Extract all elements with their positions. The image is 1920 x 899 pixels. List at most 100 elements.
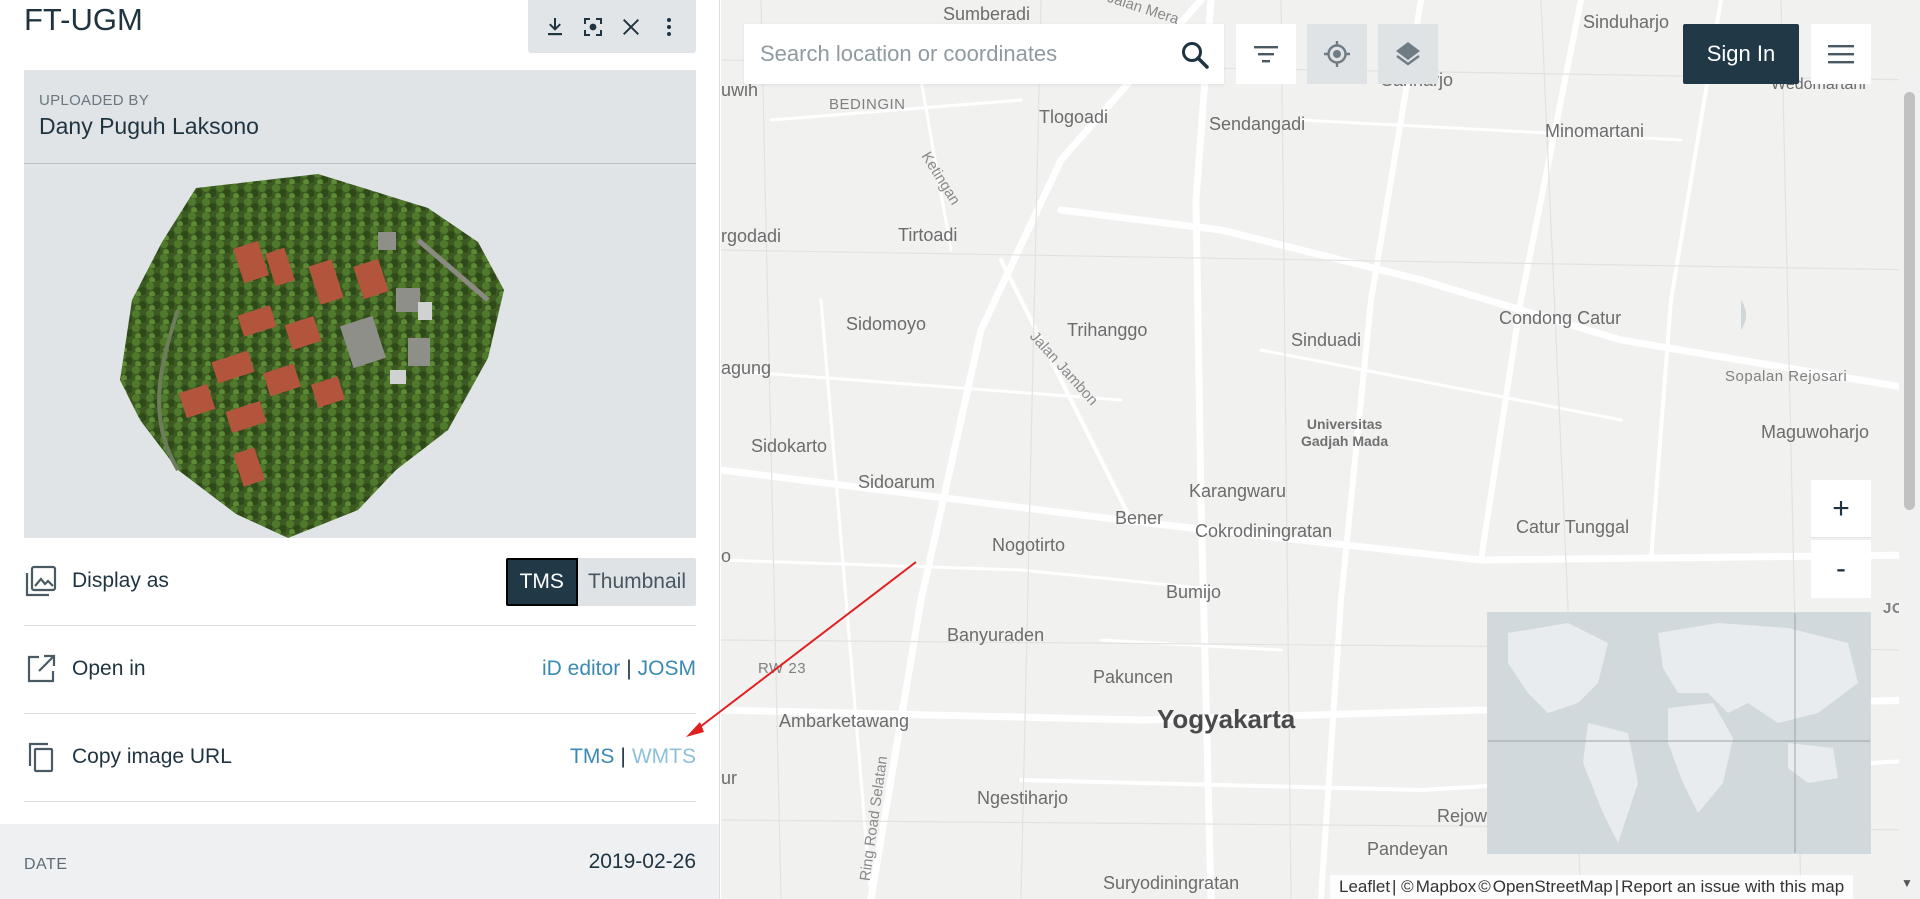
image-icon [24,564,58,598]
place-label: o [721,546,732,566]
download-icon [548,17,562,35]
place-label: Pandeyan [1367,839,1449,859]
attribution-separator: © [1478,877,1491,896]
place-label: Ngestiharjo [977,788,1069,808]
display-as-row: Display as TMS Thumbnail [24,538,696,626]
report-issue-link[interactable]: Report an issue with this map [1621,877,1844,897]
place-label: Bener [1115,508,1164,528]
copy-url-links: TMS | WMTS [570,745,696,769]
search-input[interactable] [760,24,1160,84]
overview-minimap[interactable] [1487,612,1871,854]
divider [24,163,696,164]
place-label: Suryodiningratan [1103,873,1240,893]
page-title: FT-UGM [24,2,143,37]
attribution-separator: | © [1392,877,1414,896]
university-label-line1: Universitas [1306,416,1383,432]
display-tms-button[interactable]: TMS [505,558,578,606]
date-value: 2019-02-26 [588,850,696,873]
uploader-name: Dany Puguh Laksono [39,113,259,139]
layers-icon [1396,42,1420,66]
open-in-row: Open in iD editor | JOSM [24,626,696,714]
separator: | [626,657,632,680]
focus-button[interactable] [579,13,607,41]
close-icon [623,18,639,35]
uploader-label: UPLOADED BY [39,92,149,109]
scrollbar[interactable] [1899,70,1920,899]
place-label: Rejowi [1437,806,1492,826]
display-as-toggle: TMS Thumbnail [505,558,696,606]
scroll-down-arrow-icon[interactable]: ▼ [1901,876,1917,892]
place-label: Sidomoyo [846,314,927,334]
sign-in-button[interactable]: Sign In [1683,24,1799,84]
university-label-line2: Gadjah Mada [1301,433,1389,449]
menu-button[interactable] [1811,24,1871,84]
filter-button[interactable] [1236,24,1296,84]
place-label: Sidokarto [751,436,828,456]
place-label: Pakuncen [1093,667,1174,687]
place-label: Sidoarum [858,472,936,492]
search-bar [744,24,1224,84]
place-label: Nogotirto [992,535,1066,555]
filter-icon [1254,46,1278,63]
imagery-detail-panel: FT-UGM UPLOADED BY Dany Puguh Laksono Di… [0,0,720,899]
more-vertical-icon [667,17,671,36]
openstreetmap-link[interactable]: OpenStreetMap [1493,877,1613,897]
place-label: Sinduharjo [1583,12,1670,32]
zoom-out-button[interactable]: - [1811,540,1871,598]
locate-button[interactable] [1307,24,1367,84]
place-label: Trihanggo [1067,320,1148,340]
place-label: Tirtoadi [898,225,958,245]
date-section: DATE 2019-02-26 [0,824,719,899]
place-label: Minomartani [1545,121,1645,141]
copy-tms-link[interactable]: TMS [570,745,614,768]
search-icon[interactable] [1180,40,1210,70]
open-in-links: iD editor | JOSM [542,657,696,681]
download-button[interactable] [541,13,569,41]
place-label: Sendangadi [1209,114,1306,134]
place-label: Ambarketawang [779,711,910,731]
attribution-separator: | [1614,877,1620,896]
copy-url-label: Copy image URL [72,745,232,768]
display-as-label: Display as [72,569,169,592]
josm-link[interactable]: JOSM [638,657,696,680]
place-label: Sumberadi [943,4,1031,24]
display-thumbnail-button[interactable]: Thumbnail [577,558,696,606]
map-view[interactable]: Sumberadi Jalan Mera Sinduharjo Wedomart… [721,0,1920,899]
place-label: Cokrodiningratan [1195,521,1333,541]
focus-icon [584,17,602,36]
place-label: Karangwaru [1189,481,1287,501]
place-label: Banyuraden [947,625,1045,645]
place-label: Catur Tunggal [1516,517,1630,537]
id-editor-link[interactable]: iD editor [542,657,620,680]
layers-button[interactable] [1378,24,1438,84]
copy-url-row: Copy image URL TMS | WMTS [24,714,696,802]
place-label: Sinduadi [1291,330,1362,350]
imagery-preview-card: UPLOADED BY Dany Puguh Laksono [24,70,696,538]
place-label: rgodadi [721,226,782,246]
place-label: Condong Catur [1499,308,1622,328]
university-label: Universitas Gadjah Mada [1301,416,1388,450]
map-attribution: Leaflet | © Mapbox © OpenStreetMap | Rep… [1330,875,1854,899]
locate-icon [1324,41,1350,67]
leaflet-link[interactable]: Leaflet [1339,877,1390,897]
more-options-button[interactable] [655,13,683,41]
place-label: Bumijo [1166,582,1222,602]
hamburger-menu-icon [1828,45,1854,64]
panel-toolbar [528,0,696,53]
copy-icon [24,740,58,774]
aerial-imagery-thumbnail [120,174,504,538]
zoom-in-button[interactable]: + [1811,480,1871,538]
city-label: Yogyakarta [1157,704,1296,734]
open-in-label: Open in [72,657,146,680]
date-label: DATE [24,856,68,873]
close-button[interactable] [617,13,645,41]
copy-wmts-link[interactable]: WMTS [632,745,696,768]
scrollbar-thumb[interactable] [1904,92,1915,510]
place-label: Maguwoharjo [1761,422,1870,442]
place-label: ur [721,768,738,788]
place-label: Tlogoadi [1039,107,1109,127]
road-label: RW 23 [758,660,807,677]
separator: | [620,745,626,768]
mapbox-link[interactable]: Mapbox [1416,877,1476,897]
app-window: FT-UGM UPLOADED BY Dany Puguh Laksono Di… [0,0,1920,899]
